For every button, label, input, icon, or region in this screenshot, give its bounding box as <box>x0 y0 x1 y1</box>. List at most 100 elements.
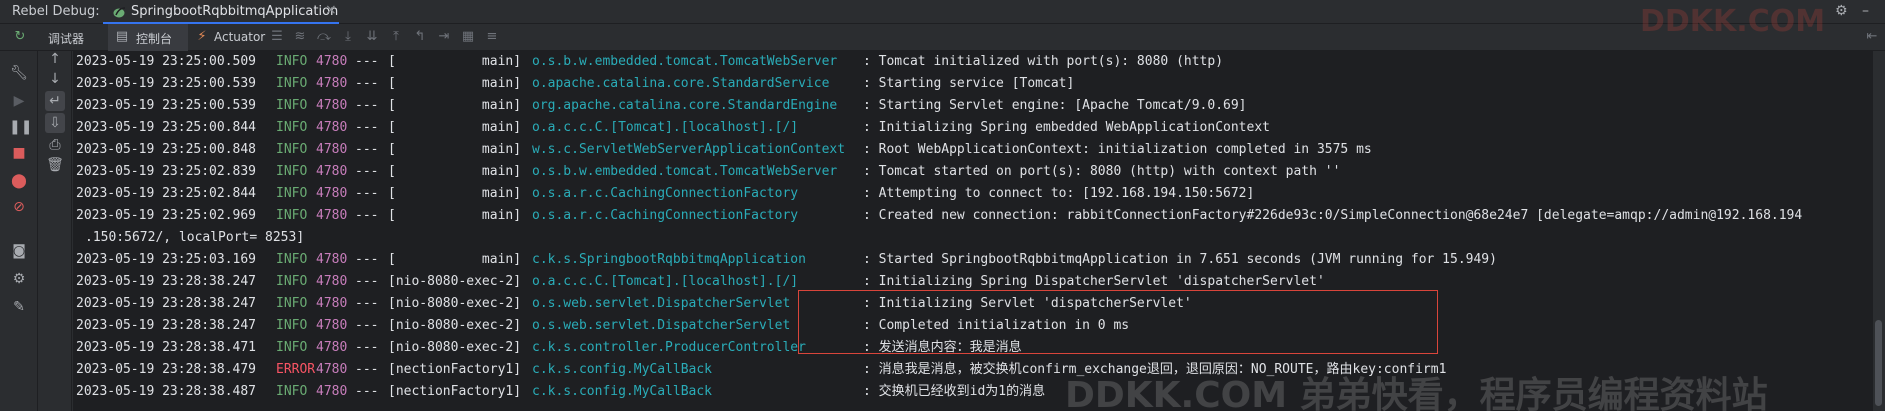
log-logger[interactable]: o.s.web.servlet.DispatcherServlet <box>532 315 790 337</box>
run-to-cursor-icon[interactable]: ⇥ <box>436 29 452 45</box>
log-line: 2023-05-19 23:25:02.969 INFO 4780 --- [ main… <box>73 205 1873 227</box>
log-separator: --- <box>355 142 379 157</box>
log-thread: [nio-8080-exec-2] <box>388 296 522 311</box>
log-logger[interactable]: o.apache.catalina.core.StandardService <box>532 73 829 95</box>
scroll-to-end-icon[interactable]: ⇩ <box>45 113 65 133</box>
log-line: 2023-05-19 23:25:00.539 INFO 4780 --- [ main… <box>73 73 1873 95</box>
rerun-icon[interactable]: ↻ <box>12 29 28 45</box>
log-logger[interactable]: o.s.a.r.c.CachingConnectionFactory <box>532 183 798 205</box>
console-output[interactable]: 2023-05-19 23:25:00.509 INFO 4780 --- [ main… <box>73 51 1873 411</box>
stop-icon[interactable]: ■ <box>9 143 29 163</box>
log-line: 2023-05-19 23:25:03.169 INFO 4780 --- [ main… <box>73 249 1873 271</box>
log-separator: --- <box>355 252 379 267</box>
log-message: : Starting Servlet engine: [Apache Tomca… <box>863 98 1247 113</box>
log-pid: 4780 <box>316 208 348 223</box>
trace-icon[interactable]: ≡ <box>484 29 500 45</box>
watermark-top: DDKK.COM <box>1640 4 1826 39</box>
log-thread: [nio-8080-exec-2] <box>388 340 522 355</box>
wrench-icon[interactable]: 🔧︎ <box>9 63 29 83</box>
log-logger[interactable]: o.s.web.servlet.DispatcherServlet <box>532 293 790 315</box>
log-pid: 4780 <box>316 54 348 69</box>
log-timestamp: 2023-05-19 23:25:00.539 <box>76 98 257 113</box>
log-thread: [ main] <box>388 208 522 223</box>
log-level: INFO <box>276 296 308 311</box>
log-timestamp: 2023-05-19 23:25:03.169 <box>76 252 257 267</box>
log-logger[interactable]: o.s.b.w.embedded.tomcat.TomcatWebServer <box>532 161 837 183</box>
force-step-into-icon[interactable]: ⇊ <box>364 29 380 45</box>
log-thread: [ main] <box>388 98 522 113</box>
pause-icon[interactable]: ❚❚ <box>9 117 32 137</box>
log-logger[interactable]: w.s.c.ServletWebServerApplicationContext <box>532 139 845 161</box>
log-line: 2023-05-19 23:25:00.848 INFO 4780 --- [ main… <box>73 139 1873 161</box>
log-separator: --- <box>355 384 379 399</box>
drop-frame-icon[interactable]: ↰ <box>412 29 428 45</box>
camera-icon[interactable]: ◙ <box>9 241 29 261</box>
view-breakpoints-icon[interactable]: ⬤ <box>9 171 29 191</box>
console-actions-gutter: ↑ ↓ ↵ ⇩ ⎙ 🗑︎ <box>38 51 72 411</box>
spring-run-icon <box>113 7 126 18</box>
settings-icon[interactable]: ⚙ <box>9 269 29 289</box>
step-over-icon[interactable]: ⤼ <box>316 29 332 45</box>
log-thread: [ main] <box>388 164 522 179</box>
log-timestamp: 2023-05-19 23:25:00.509 <box>76 54 257 69</box>
log-separator: --- <box>355 120 379 135</box>
log-logger[interactable]: c.k.s.SpringbootRqbbitmqApplication <box>532 249 806 271</box>
evaluate-expression-icon[interactable]: ▦ <box>460 29 476 45</box>
log-separator: --- <box>355 362 379 377</box>
soft-wrap-icon[interactable]: ↵ <box>45 91 65 111</box>
scrollbar-thumb[interactable] <box>1875 320 1882 406</box>
hide-panel-icon[interactable]: ⇤ <box>1864 29 1880 45</box>
log-separator: --- <box>355 54 379 69</box>
log-thread: [nio-8080-exec-2] <box>388 318 522 333</box>
tab-debugger[interactable]: 调试器 <box>48 30 84 47</box>
log-message: : Attempting to connect to: [192.168.194… <box>863 186 1255 201</box>
log-logger[interactable]: o.a.c.c.C.[Tomcat].[localhost].[/] <box>532 117 798 139</box>
log-logger[interactable]: o.a.c.c.C.[Tomcat].[localhost].[/] <box>532 271 798 293</box>
log-level: INFO <box>276 76 308 91</box>
log-pid: 4780 <box>316 340 348 355</box>
log-timestamp: 2023-05-19 23:25:00.848 <box>76 142 257 157</box>
gear-icon[interactable]: ⚙ <box>1835 3 1848 19</box>
log-logger[interactable]: c.k.s.config.MyCallBack <box>532 381 712 403</box>
tab-actuator[interactable]: Actuator <box>214 30 265 44</box>
down-arrow-icon[interactable]: ↓ <box>45 69 65 89</box>
log-pid: 4780 <box>316 362 348 377</box>
watermark-bottom: DDKK.COM 弟弟快看，程序员编程资料站 <box>1065 375 1768 411</box>
tab-console[interactable]: ▤ 控制台 <box>108 24 188 51</box>
log-message: : Root WebApplicationContext: initializa… <box>863 142 1372 157</box>
log-timestamp: 2023-05-19 23:25:00.844 <box>76 120 257 135</box>
step-out-icon[interactable]: ⤒ <box>388 29 404 45</box>
minimize-icon[interactable]: – <box>1862 3 1869 19</box>
log-message: : Starting service [Tomcat] <box>863 76 1075 91</box>
log-logger[interactable]: c.k.s.controller.ProducerController <box>532 337 806 359</box>
step-into-icon[interactable]: ⤓ <box>340 29 356 45</box>
print-icon[interactable]: ⎙ <box>45 135 65 155</box>
up-arrow-icon[interactable]: ↑ <box>45 49 65 69</box>
log-pid: 4780 <box>316 384 348 399</box>
log-thread: [nio-8080-exec-2] <box>388 274 522 289</box>
resume-icon[interactable]: ▶ <box>9 91 29 111</box>
log-level: INFO <box>276 274 308 289</box>
log-pid: 4780 <box>316 274 348 289</box>
log-pid: 4780 <box>316 296 348 311</box>
console-icon: ▤ <box>115 29 129 44</box>
menu-icon[interactable]: ☰ <box>269 29 285 45</box>
show-execution-point-icon[interactable]: ≋ <box>292 29 308 45</box>
clear-all-icon[interactable]: 🗑︎ <box>45 155 65 175</box>
log-logger[interactable]: c.k.s.config.MyCallBack <box>532 359 712 381</box>
tab-springboot-application[interactable]: SpringbootRqbbitmqApplication × <box>103 0 339 24</box>
log-logger[interactable]: org.apache.catalina.core.StandardEngine <box>532 95 837 117</box>
mute-breakpoints-icon[interactable]: ⊘ <box>9 197 29 217</box>
log-level: INFO <box>276 54 308 69</box>
log-logger[interactable]: o.s.b.w.embedded.tomcat.TomcatWebServer <box>532 51 837 73</box>
log-line: 2023-05-19 23:25:02.844 INFO 4780 --- [ main… <box>73 183 1873 205</box>
pin-icon[interactable]: ✎ <box>9 297 29 317</box>
log-level: INFO <box>276 164 308 179</box>
log-timestamp: 2023-05-19 23:25:00.539 <box>76 76 257 91</box>
log-message: : Initializing Spring embedded WebApplic… <box>863 120 1270 135</box>
log-timestamp: 2023-05-19 23:25:02.969 <box>76 208 257 223</box>
log-logger[interactable]: o.s.a.r.c.CachingConnectionFactory <box>532 205 798 227</box>
log-timestamp: 2023-05-19 23:28:38.479 <box>76 362 257 377</box>
highlight-box <box>798 290 1438 354</box>
close-icon[interactable]: × <box>325 2 337 18</box>
